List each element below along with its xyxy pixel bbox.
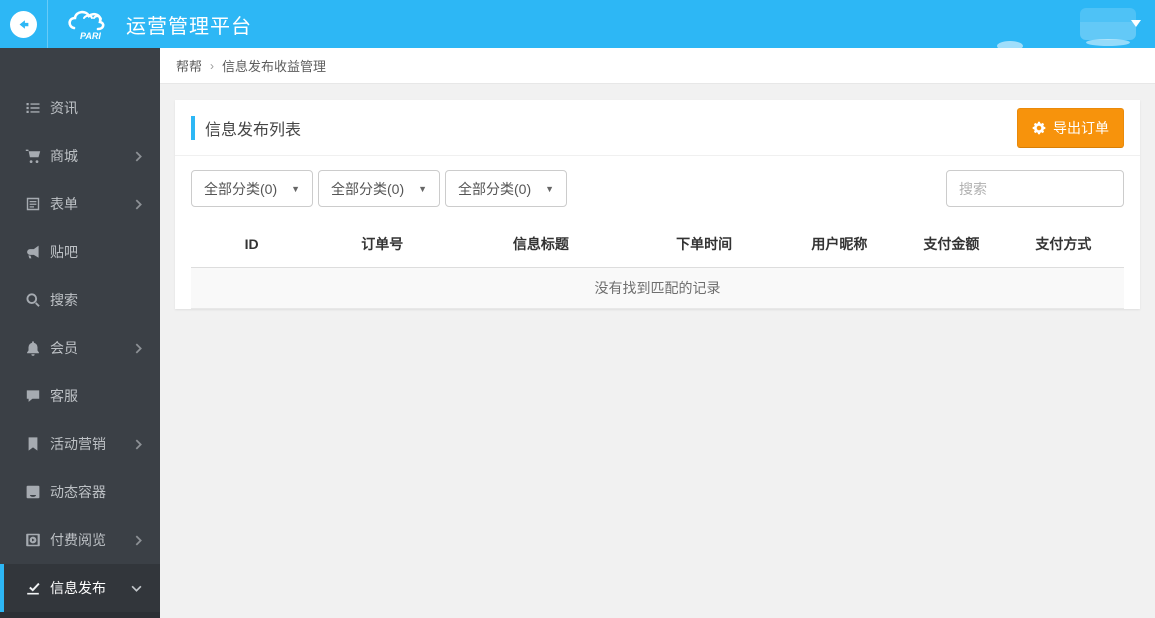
- chevron-down-icon: ▼: [545, 183, 554, 194]
- publish-icon: [27, 582, 40, 595]
- logo-text: PARI: [80, 31, 101, 41]
- bullhorn-icon: [27, 245, 39, 259]
- selected-option: 全部分类(0): [204, 180, 278, 197]
- chevron-right-icon: [135, 439, 142, 449]
- sidebar-item-tieba[interactable]: 贴吧: [0, 228, 160, 276]
- logo-cloud-icon: PARI: [68, 10, 105, 41]
- info-publish-panel: 信息发布列表 导出订单 全部分类(0) ▼ 全部分类(0) ▼ 全部分类(0) …: [175, 100, 1140, 309]
- top-header: PARI 运营管理平台: [0, 0, 1155, 51]
- sidebar-item-label: 动态容器: [50, 484, 106, 500]
- app-title: 运营管理平台: [126, 15, 252, 38]
- page-body: 信息发布列表 导出订单 全部分类(0) ▼ 全部分类(0) ▼ 全部分类(0) …: [160, 84, 1155, 618]
- filter-toolbar: 全部分类(0) ▼ 全部分类(0) ▼ 全部分类(0) ▼: [175, 156, 1140, 217]
- breadcrumb-separator: ›: [210, 58, 215, 73]
- sidebar-item-info-publish[interactable]: 信息发布: [0, 564, 160, 612]
- chevron-right-icon: [135, 151, 142, 161]
- brand: PARI 运营管理平台: [64, 6, 252, 42]
- sidebar-item-label: 客服: [50, 388, 78, 404]
- paid-reading-icon: [26, 533, 40, 547]
- sidebar-item-label: 信息发布: [50, 580, 106, 596]
- sidebar-item-customer-service[interactable]: 客服: [0, 372, 160, 420]
- table-header-row: ID 订单号 信息标题 下单时间 用户昵称 支付金额 支付方式: [191, 221, 1124, 268]
- breadcrumb: 帮帮 › 信息发布收益管理: [160, 48, 1155, 84]
- breadcrumb-item-current: 信息发布收益管理: [222, 59, 327, 74]
- sidebar-item-paid-reading[interactable]: 付费阅览: [0, 516, 160, 564]
- category-filter-2[interactable]: 全部分类(0) ▼: [318, 170, 440, 207]
- bell-icon: [27, 341, 39, 356]
- column-header-title: 信息标题: [452, 221, 630, 268]
- category-filter-3[interactable]: 全部分类(0) ▼: [445, 170, 567, 207]
- main-content: 帮帮 › 信息发布收益管理 信息发布列表 导出订单 全部分类(0) ▼ 全部分类…: [160, 0, 1155, 618]
- sidebar-item-label: 搜索: [50, 292, 78, 308]
- gear-icon: [1032, 121, 1046, 134]
- chevron-right-icon: [135, 535, 142, 545]
- chevron-down-icon: ▼: [291, 183, 300, 194]
- sidebar-item-search[interactable]: 搜索: [0, 276, 160, 324]
- chevron-down-icon: [131, 585, 142, 592]
- chevron-down-icon[interactable]: [1131, 20, 1141, 27]
- header-decoration: [1086, 39, 1130, 46]
- cart-icon: [25, 149, 41, 163]
- selected-option: 全部分类(0): [458, 180, 532, 197]
- sidebar-item-forms[interactable]: 表单: [0, 180, 160, 228]
- sidebar-item-label: 活动营销: [50, 436, 106, 452]
- panel-header: 信息发布列表 导出订单: [175, 100, 1140, 156]
- sidebar-item-label: 资讯: [50, 100, 78, 116]
- sidebar-item-label: 贴吧: [50, 244, 78, 260]
- empty-state-text: 没有找到匹配的记录: [191, 267, 1124, 309]
- container-icon: [26, 485, 40, 499]
- empty-state-row: 没有找到匹配的记录: [191, 267, 1124, 309]
- export-orders-button[interactable]: 导出订单: [1017, 107, 1124, 148]
- sidebar-item-members[interactable]: 会员: [0, 324, 160, 372]
- form-icon: [26, 197, 40, 211]
- chevron-down-icon: ▼: [418, 183, 427, 194]
- column-header-nickname: 用户昵称: [778, 221, 901, 268]
- search-icon: [26, 293, 40, 307]
- list-icon: [26, 103, 40, 113]
- bookmark-icon: [28, 437, 38, 451]
- sidebar-item-marketing[interactable]: 活动营销: [0, 420, 160, 468]
- sidebar-submenu-area: [0, 612, 160, 618]
- chevron-right-icon: [135, 343, 142, 353]
- sidebar: 资讯 商城 表单 贴吧 搜索 会员 客服 活动营销 动态容器 付费阅览 信息发布: [0, 48, 160, 618]
- search-input[interactable]: [946, 170, 1124, 207]
- sidebar-item-label: 会员: [50, 340, 78, 356]
- breadcrumb-item-root[interactable]: 帮帮: [176, 56, 202, 75]
- column-header-order-no: 订单号: [312, 221, 453, 268]
- comment-icon: [26, 390, 40, 402]
- column-header-pay-method: 支付方式: [1002, 221, 1124, 268]
- export-button-label: 导出订单: [1053, 119, 1109, 136]
- sidebar-item-dynamic-container[interactable]: 动态容器: [0, 468, 160, 516]
- sidebar-item-news[interactable]: 资讯: [0, 84, 160, 132]
- back-button[interactable]: [0, 0, 48, 48]
- column-header-amount: 支付金额: [900, 221, 1003, 268]
- user-menu[interactable]: [1080, 8, 1136, 40]
- back-arrow-icon: [10, 10, 37, 38]
- column-header-order-time: 下单时间: [629, 221, 779, 268]
- sidebar-item-label: 表单: [50, 196, 78, 212]
- header-decoration: [997, 41, 1023, 51]
- orders-table: ID 订单号 信息标题 下单时间 用户昵称 支付金额 支付方式 没有找到匹配的记…: [191, 221, 1124, 309]
- sidebar-item-label: 付费阅览: [50, 532, 106, 548]
- sidebar-item-label: 商城: [50, 148, 78, 164]
- sidebar-item-mall[interactable]: 商城: [0, 132, 160, 180]
- selected-option: 全部分类(0): [331, 180, 405, 197]
- page-title: 信息发布列表: [191, 115, 301, 140]
- chevron-right-icon: [135, 199, 142, 209]
- category-filter-1[interactable]: 全部分类(0) ▼: [191, 170, 313, 207]
- column-header-id: ID: [191, 221, 313, 268]
